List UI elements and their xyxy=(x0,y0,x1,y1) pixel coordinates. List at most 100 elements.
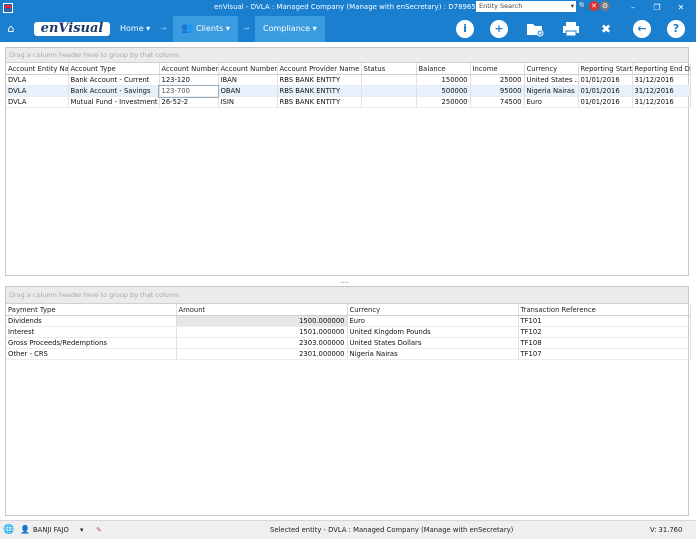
table-cell[interactable]: 2301.000000 xyxy=(176,348,348,360)
add-icon[interactable]: + xyxy=(490,20,508,38)
table-cell[interactable]: IBAN xyxy=(218,74,278,86)
column-header[interactable]: Payment Type xyxy=(6,304,177,316)
edit-icon[interactable]: ✎ xyxy=(96,521,102,539)
table-cell[interactable]: 26-52-2 xyxy=(159,96,219,108)
tools-icon[interactable]: ✖ xyxy=(597,20,615,38)
column-header[interactable]: Amount xyxy=(176,304,348,316)
nav-home[interactable]: Home ▾ xyxy=(120,16,150,42)
panel-splitter[interactable]: .... xyxy=(340,277,349,285)
nav-clients[interactable]: 👥 Clients ▾ xyxy=(173,16,238,42)
table-cell[interactable]: Mutual Fund - Investment xyxy=(68,96,160,108)
home-icon[interactable]: ⌂ xyxy=(4,22,18,36)
back-icon[interactable]: ← xyxy=(633,20,651,38)
group-by-hint[interactable]: Drag a column header here to group by th… xyxy=(6,48,688,63)
column-header[interactable]: Account Number xyxy=(159,63,219,75)
column-header[interactable]: Balance xyxy=(416,63,471,75)
table-cell[interactable]: 95000 xyxy=(470,85,525,97)
table-cell[interactable]: Nigeria Nairas xyxy=(347,348,519,360)
table-row-selected[interactable]: DVLA Bank Account - Savings 123-700 OBAN… xyxy=(6,84,691,98)
column-header[interactable]: Transaction Reference xyxy=(518,304,691,316)
close-button[interactable]: ✕ xyxy=(674,1,688,14)
table-cell[interactable]: 1501.000000 xyxy=(176,326,348,338)
table-cell[interactable]: DVLA xyxy=(6,85,69,97)
help-icon[interactable]: ? xyxy=(667,20,685,38)
table-row[interactable]: DVLA Bank Account - Current 123-120 IBAN… xyxy=(6,74,691,86)
nav-compliance[interactable]: Compliance ▾ xyxy=(255,16,325,42)
table-cell[interactable]: 1500.000000 xyxy=(176,315,348,327)
table-row[interactable]: Interest 1501.000000 United Kingdom Poun… xyxy=(6,326,691,338)
current-user[interactable]: BANJI FAJO xyxy=(33,521,69,539)
search-icon[interactable]: 🔍 xyxy=(578,1,588,11)
table-cell[interactable] xyxy=(361,74,417,86)
column-header[interactable]: Account Provider Name xyxy=(277,63,362,75)
app-icon[interactable] xyxy=(3,3,13,13)
table-cell[interactable]: OBAN xyxy=(218,85,278,97)
table-cell[interactable]: DVLA xyxy=(6,74,69,86)
table-cell[interactable]: 150000 xyxy=(416,74,471,86)
column-header[interactable]: Currency xyxy=(524,63,579,75)
add-folder-icon[interactable] xyxy=(526,20,544,38)
column-header[interactable]: Status xyxy=(361,63,417,75)
table-cell[interactable]: United Kingdom Pounds xyxy=(347,326,519,338)
table-cell[interactable]: 25000 xyxy=(470,74,525,86)
table-cell[interactable]: Interest xyxy=(6,326,177,338)
column-header[interactable]: Reporting End Da xyxy=(632,63,691,75)
group-by-hint[interactable]: Drag a column header here to group by th… xyxy=(6,287,688,304)
print-icon[interactable] xyxy=(562,20,580,38)
clear-search-icon[interactable]: ✕ xyxy=(589,1,599,11)
restore-button[interactable]: ❐ xyxy=(650,1,664,14)
table-row[interactable]: Gross Proceeds/Redemptions 2303.000000 U… xyxy=(6,337,691,349)
table-cell[interactable]: Nigeria Nairas xyxy=(524,85,579,97)
table-cell[interactable]: 31/12/2016 xyxy=(632,85,691,97)
table-cell[interactable]: ISIN xyxy=(218,96,278,108)
table-cell[interactable]: RBS BANK ENTITY xyxy=(277,96,362,108)
table-cell[interactable] xyxy=(361,85,417,97)
column-header[interactable]: Account Type xyxy=(68,63,160,75)
chevron-down-icon: ▾ xyxy=(146,24,151,33)
table-cell[interactable]: United States ... xyxy=(524,74,579,86)
table-cell[interactable]: Euro xyxy=(347,315,519,327)
chevron-down-icon[interactable]: ▾ xyxy=(571,1,574,12)
table-cell-editor[interactable]: 123-700 xyxy=(158,84,219,98)
arrow-right-icon: → xyxy=(243,24,250,33)
table-cell[interactable]: Gross Proceeds/Redemptions xyxy=(6,337,177,349)
table-cell[interactable]: 74500 xyxy=(470,96,525,108)
minimize-button[interactable]: – xyxy=(626,1,640,14)
table-cell[interactable]: DVLA xyxy=(6,96,69,108)
column-header[interactable]: Income xyxy=(470,63,525,75)
table-cell[interactable]: United States Dollars xyxy=(347,337,519,349)
column-header[interactable]: Account Entity Nan xyxy=(6,63,69,75)
table-cell[interactable]: RBS BANK ENTITY xyxy=(277,74,362,86)
table-cell[interactable]: 250000 xyxy=(416,96,471,108)
table-cell[interactable]: 01/01/2016 xyxy=(578,96,633,108)
table-row[interactable]: Dividends 1500.000000 Euro TF101 xyxy=(6,315,691,327)
table-cell[interactable]: 123-120 xyxy=(159,74,219,86)
column-header[interactable]: Account Number xyxy=(218,63,278,75)
table-cell[interactable]: 500000 xyxy=(416,85,471,97)
table-cell[interactable]: Euro xyxy=(524,96,579,108)
table-cell[interactable]: 01/01/2016 xyxy=(578,85,633,97)
entity-search-input[interactable]: Entity Search ▾ xyxy=(476,1,576,12)
info-icon[interactable]: i xyxy=(456,20,474,38)
column-header[interactable]: Currency xyxy=(347,304,519,316)
table-cell[interactable]: TF107 xyxy=(518,348,691,360)
table-cell[interactable]: 31/12/2016 xyxy=(632,96,691,108)
settings-icon[interactable]: ⚙ xyxy=(600,1,610,11)
table-cell[interactable]: Bank Account - Savings xyxy=(68,85,160,97)
column-header[interactable]: Reporting Start D xyxy=(578,63,633,75)
table-cell[interactable]: 2303.000000 xyxy=(176,337,348,349)
table-row[interactable]: DVLA Mutual Fund - Investment 26-52-2 IS… xyxy=(6,96,691,108)
table-cell[interactable]: 01/01/2016 xyxy=(578,74,633,86)
table-cell[interactable]: RBS BANK ENTITY xyxy=(277,85,362,97)
table-cell[interactable]: Bank Account - Current xyxy=(68,74,160,86)
table-cell[interactable] xyxy=(361,96,417,108)
chevron-down-icon[interactable]: ▾ xyxy=(80,521,83,539)
table-cell[interactable]: TF102 xyxy=(518,326,691,338)
table-cell[interactable]: 31/12/2016 xyxy=(632,74,691,86)
table-cell[interactable]: Other - CRS xyxy=(6,348,177,360)
table-cell[interactable]: TF108 xyxy=(518,337,691,349)
table-cell[interactable]: TF101 xyxy=(518,315,691,327)
globe-icon[interactable]: 🌐 xyxy=(3,521,14,539)
table-cell[interactable]: Dividends xyxy=(6,315,177,327)
table-row[interactable]: Other - CRS 2301.000000 Nigeria Nairas T… xyxy=(6,348,691,360)
